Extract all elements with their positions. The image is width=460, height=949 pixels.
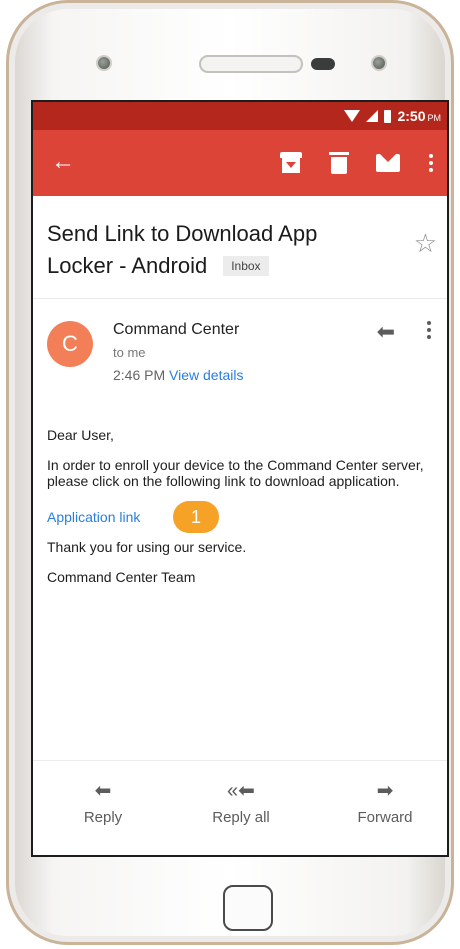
- archive-icon[interactable]: [280, 152, 302, 174]
- forward-icon: ➡: [376, 780, 394, 802]
- reply-all-icon: «⬅: [227, 780, 255, 802]
- inbox-label-badge[interactable]: Inbox: [223, 256, 269, 276]
- view-details-link[interactable]: View details: [169, 367, 243, 383]
- sent-time: 2:46 PM: [113, 367, 166, 383]
- reply-all-button[interactable]: «⬅ Reply all: [201, 779, 281, 826]
- app-bar: ←: [33, 130, 447, 196]
- reply-label: Reply: [83, 809, 123, 826]
- delete-icon[interactable]: [329, 152, 349, 174]
- wifi-icon: [344, 110, 361, 122]
- reply-button[interactable]: ⬅ Reply: [73, 779, 133, 826]
- signal-icon: [366, 110, 379, 122]
- status-bar: 2:50 PM: [33, 102, 447, 130]
- recipient-text: to me: [113, 345, 146, 360]
- speaker-grille: [199, 55, 303, 73]
- app-bar-actions: [280, 152, 433, 174]
- home-button[interactable]: [223, 885, 273, 931]
- star-icon[interactable]: ☆: [414, 230, 437, 256]
- email-body-closing: Thank you for using our service. Command…: [33, 539, 447, 585]
- thanks-text: Thank you for using our service.: [47, 539, 247, 555]
- email-body: Dear User, In order to enroll your devic…: [33, 427, 447, 489]
- application-link[interactable]: Application link: [47, 509, 140, 525]
- battery-icon: [384, 109, 392, 123]
- signature-text: Command Center Team: [47, 569, 196, 585]
- avatar[interactable]: C: [47, 321, 93, 367]
- phone-screen: 2:50 PM ← Send Link to Download App Lock…: [31, 100, 449, 857]
- reply-icon: ⬅: [94, 780, 112, 802]
- forward-button[interactable]: ➡ Forward: [347, 779, 423, 826]
- sent-time-row: 2:46 PM View details: [113, 367, 243, 383]
- message-more-icon[interactable]: [427, 321, 431, 339]
- status-ampm: PM: [427, 112, 442, 123]
- body-paragraph: In order to enroll your device to the Co…: [47, 457, 424, 489]
- greeting-text: Dear User,: [47, 427, 114, 443]
- front-camera: [96, 55, 112, 71]
- sender-name: Command Center: [113, 321, 240, 338]
- subject-text: Send Link to Download App Locker - Andro…: [47, 221, 318, 278]
- reply-all-label: Reply all: [212, 809, 270, 826]
- subject-header: Send Link to Download App Locker - Andro…: [33, 196, 447, 288]
- light-sensor: [371, 55, 387, 71]
- proximity-sensor: [311, 58, 335, 70]
- mark-unread-icon[interactable]: [376, 153, 400, 172]
- email-subject: Send Link to Download App Locker - Andro…: [47, 218, 357, 282]
- step-callout-badge: 1: [173, 501, 219, 533]
- reply-icon[interactable]: ⬅: [377, 319, 395, 345]
- sender-row: C Command Center to me 2:46 PM View deta…: [33, 299, 447, 413]
- back-arrow-icon[interactable]: ←: [51, 150, 75, 174]
- status-time: 2:50: [397, 108, 426, 124]
- link-row: Application link 1: [33, 501, 447, 535]
- forward-label: Forward: [357, 809, 413, 826]
- more-options-icon[interactable]: [429, 154, 433, 172]
- action-footer: ⬅ Reply «⬅ Reply all ➡ Forward: [33, 760, 447, 855]
